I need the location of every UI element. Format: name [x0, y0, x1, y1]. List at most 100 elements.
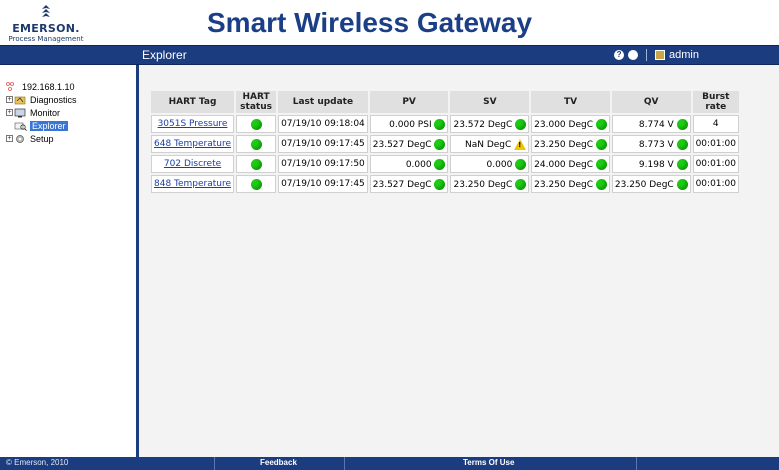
tv-value: 24.000 DegC [534, 159, 593, 170]
tree-root-label: 192.168.1.10 [22, 81, 75, 92]
sv-value: 0.000 [486, 159, 513, 170]
col-header-pv: PV [369, 91, 449, 113]
topbar-actions: ? admin [614, 49, 699, 61]
top-nav-bar: Explorer ? admin [0, 45, 779, 65]
pv-value: 23.527 DegC [372, 139, 432, 150]
tree-item-diagnostics[interactable]: + Diagnostics [6, 93, 77, 106]
status-ok-icon [250, 158, 262, 170]
burst-rate: 00:01:00 [692, 135, 739, 153]
footer-divider [214, 457, 215, 470]
qv-value: 8.774 V [638, 119, 674, 130]
tree-item-label: Diagnostics [30, 94, 77, 105]
copyright: © Emerson, 2010 [6, 458, 69, 467]
col-header-tv: TV [531, 91, 610, 113]
status-ok-icon [676, 178, 688, 190]
tree-item-label: Monitor [30, 107, 61, 118]
col-header-qv: QV [611, 91, 691, 113]
last-update: 07/19/10 09:17:45 [278, 135, 368, 153]
table-row: 3051S Pressure 07/19/10 09:18:04 0.000 P… [151, 115, 739, 133]
tree-item-setup[interactable]: + Setup [6, 132, 77, 145]
hart-tag-link[interactable]: 702 Discrete [164, 159, 221, 169]
tree-item-label: Setup [30, 133, 54, 144]
user-icon [655, 50, 666, 60]
hart-device-table: HART Tag HART status Last update PV SV T… [149, 89, 741, 195]
warning-icon: ! [514, 138, 527, 150]
status-ok-icon [595, 178, 607, 190]
table-header-row: HART Tag HART status Last update PV SV T… [151, 91, 739, 113]
sv-value: NaN DegC [464, 139, 512, 150]
expand-icon[interactable]: + [6, 96, 13, 103]
status-ok-icon [250, 138, 262, 150]
logo-subtitle: Process Management [8, 35, 84, 43]
status-ok-icon [595, 118, 607, 130]
col-header-hart-tag: HART Tag [151, 91, 235, 113]
nav-tree: 192.168.1.10 + Diagnostics + Monitor Exp… [6, 80, 77, 145]
qv-value: 23.250 DegC [614, 179, 674, 190]
info-icon[interactable] [628, 50, 639, 60]
footer-divider [344, 457, 345, 470]
tree-item-explorer[interactable]: Explorer [6, 119, 77, 132]
tree-item-monitor[interactable]: + Monitor [6, 106, 77, 119]
emerson-logo[interactable]: EMERSON. Process Management [6, 4, 86, 43]
pv-value: 0.000 [405, 159, 432, 170]
monitor-icon [14, 108, 26, 117]
status-ok-icon [434, 178, 446, 190]
expand-icon[interactable]: + [6, 109, 13, 116]
table-row: 702 Discrete 07/19/10 09:17:50 0.000 0.0… [151, 155, 739, 173]
explorer-icon [14, 122, 27, 131]
pv-value: 0.000 PSI [389, 119, 432, 130]
burst-rate: 00:01:00 [692, 175, 739, 193]
diagnostics-icon [14, 96, 26, 104]
col-header-hart-status: HART status [236, 91, 277, 113]
status-ok-icon [676, 118, 688, 130]
burst-rate: 4 [692, 115, 739, 133]
qv-value: 8.773 V [638, 139, 674, 150]
terms-of-use-link[interactable]: Terms Of Use [463, 458, 514, 467]
emerson-logo-icon [42, 5, 50, 17]
status-ok-icon [434, 138, 446, 150]
sv-value: 23.250 DegC [453, 179, 513, 190]
tv-value: 23.250 DegC [534, 139, 593, 150]
status-ok-icon [434, 118, 446, 130]
status-ok-icon [595, 158, 607, 170]
feedback-link[interactable]: Feedback [260, 458, 297, 467]
pv-value: 23.527 DegC [372, 179, 432, 190]
footer: © Emerson, 2010 Feedback Terms Of Use [0, 457, 779, 470]
tv-value: 23.250 DegC [534, 179, 593, 190]
col-header-sv: SV [450, 91, 530, 113]
status-ok-icon [515, 158, 527, 170]
hart-tag-link[interactable]: 648 Temperature [154, 139, 231, 149]
tree-item-label: Explorer [30, 120, 68, 131]
status-ok-icon [676, 138, 688, 150]
footer-divider [636, 457, 637, 470]
network-icon [6, 81, 14, 91]
col-header-burst-rate: Burst rate [692, 91, 739, 113]
section-title: Explorer [142, 48, 187, 62]
divider [646, 49, 648, 61]
status-ok-icon [676, 158, 688, 170]
col-header-last-update: Last update [278, 91, 368, 113]
app-title: Smart Wireless Gateway [207, 7, 533, 38]
last-update: 07/19/10 09:18:04 [278, 115, 368, 133]
hart-tag-link[interactable]: 848 Temperature [154, 179, 231, 189]
last-update: 07/19/10 09:17:50 [278, 155, 368, 173]
setup-icon [16, 134, 24, 143]
expand-icon[interactable]: + [6, 135, 13, 142]
sv-value: 23.572 DegC [453, 119, 513, 130]
status-ok-icon [250, 178, 262, 190]
main-panel: HART Tag HART status Last update PV SV T… [139, 65, 779, 457]
table-row: 848 Temperature 07/19/10 09:17:45 23.527… [151, 175, 739, 193]
status-ok-icon [434, 158, 446, 170]
status-ok-icon [515, 178, 527, 190]
tv-value: 23.000 DegC [534, 119, 593, 130]
hart-tag-link[interactable]: 3051S Pressure [158, 119, 228, 129]
table-row: 648 Temperature 07/19/10 09:17:45 23.527… [151, 135, 739, 153]
username[interactable]: admin [669, 49, 699, 61]
status-ok-icon [250, 118, 262, 130]
tree-root[interactable]: 192.168.1.10 [6, 80, 77, 93]
logo-brand: EMERSON. [12, 22, 80, 35]
help-icon[interactable]: ? [614, 50, 625, 60]
last-update: 07/19/10 09:17:45 [278, 175, 368, 193]
qv-value: 9.198 V [638, 159, 674, 170]
status-ok-icon [515, 118, 527, 130]
